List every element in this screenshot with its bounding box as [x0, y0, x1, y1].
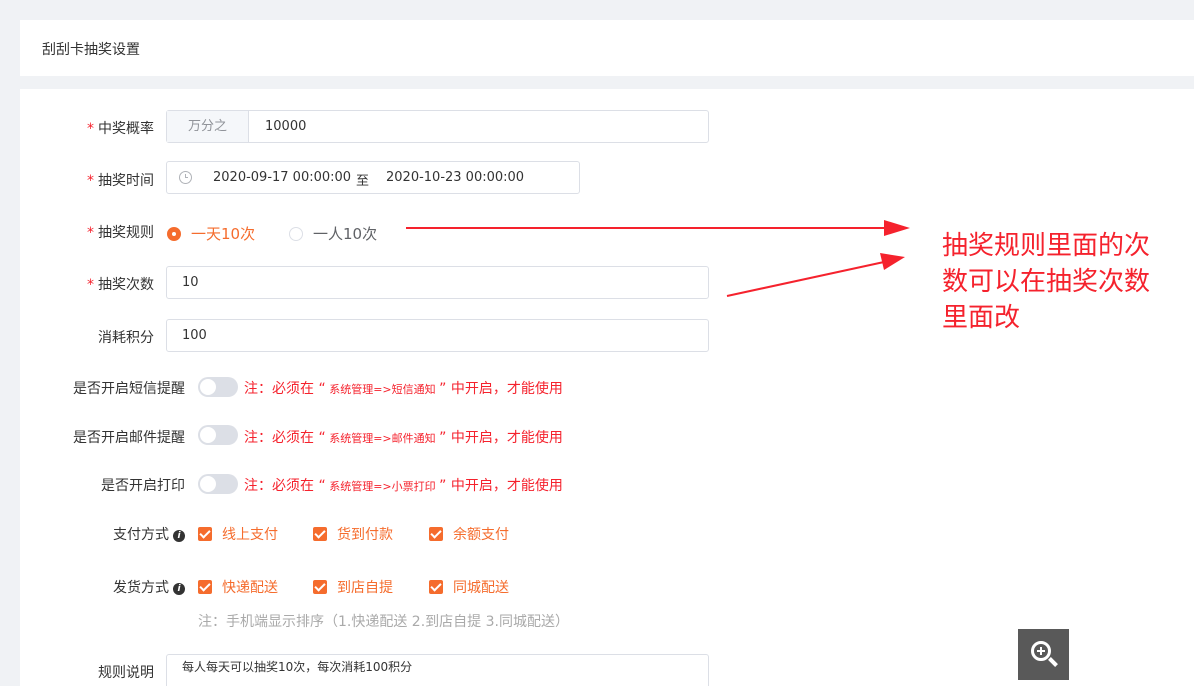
arrow-head-2 — [880, 253, 905, 270]
arrow-head-1 — [884, 220, 910, 236]
annotation-arrows — [406, 220, 910, 297]
arrow-line-2 — [726, 261, 885, 297]
zoom-in-button[interactable] — [1018, 629, 1069, 680]
annotation-text: 抽奖规则里面的次数可以在抽奖次数里面改 — [942, 231, 1151, 333]
